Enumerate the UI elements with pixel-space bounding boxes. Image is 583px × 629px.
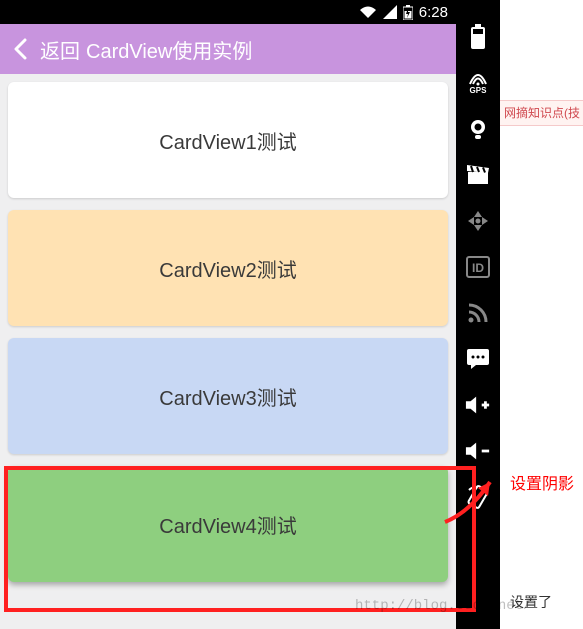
wifi-icon (359, 5, 377, 19)
right-panel: 网摘知识点(技 设置阴影 设置了 (500, 0, 583, 629)
gps-icon[interactable]: GPS (465, 70, 491, 96)
annotation-text: 设置阴影 (510, 470, 574, 494)
rotate-icon[interactable] (465, 484, 491, 510)
camera-icon[interactable] (465, 116, 491, 142)
card-4[interactable]: CardView4测试 (8, 466, 448, 582)
status-bar: 6:28 (0, 0, 456, 24)
sms-icon[interactable] (465, 346, 491, 372)
right-band-text: 网摘知识点(技 (504, 106, 580, 120)
back-button[interactable] (0, 24, 40, 74)
battery-icon (403, 5, 413, 20)
card-3[interactable]: CardView3测试 (8, 338, 448, 454)
right-band[interactable]: 网摘知识点(技 (500, 100, 583, 126)
dpad-icon[interactable] (465, 208, 491, 234)
emulator-sidebar: GPS ID (456, 0, 500, 629)
card-list: CardView1测试 CardView2测试 CardView3测试 Card… (0, 74, 456, 629)
volume-down-icon[interactable] (465, 438, 491, 464)
card-2[interactable]: CardView2测试 (8, 210, 448, 326)
page-title: CardView使用实例 (86, 35, 456, 64)
app-header: 返回 CardView使用实例 (0, 24, 456, 74)
card-label: CardView1测试 (159, 126, 296, 155)
clapper-icon[interactable] (465, 162, 491, 188)
chevron-left-icon (13, 38, 27, 60)
volume-up-icon[interactable] (465, 392, 491, 418)
svg-text:ID: ID (472, 261, 484, 275)
battery-icon[interactable] (465, 24, 491, 50)
rss-icon[interactable] (465, 300, 491, 326)
back-label[interactable]: 返回 (40, 35, 80, 64)
id-icon[interactable]: ID (465, 254, 491, 280)
card-label: CardView4测试 (159, 510, 296, 539)
card-label: CardView3测试 (159, 382, 296, 411)
card-1[interactable]: CardView1测试 (8, 82, 448, 198)
card-label: CardView2测试 (159, 254, 296, 283)
phone-screen: 6:28 返回 CardView使用实例 CardView1测试 CardVie… (0, 0, 456, 629)
right-small-text: 设置了 (510, 592, 552, 612)
status-time: 6:28 (419, 4, 448, 21)
stage: 6:28 返回 CardView使用实例 CardView1测试 CardVie… (0, 0, 583, 629)
signal-icon (383, 5, 397, 19)
